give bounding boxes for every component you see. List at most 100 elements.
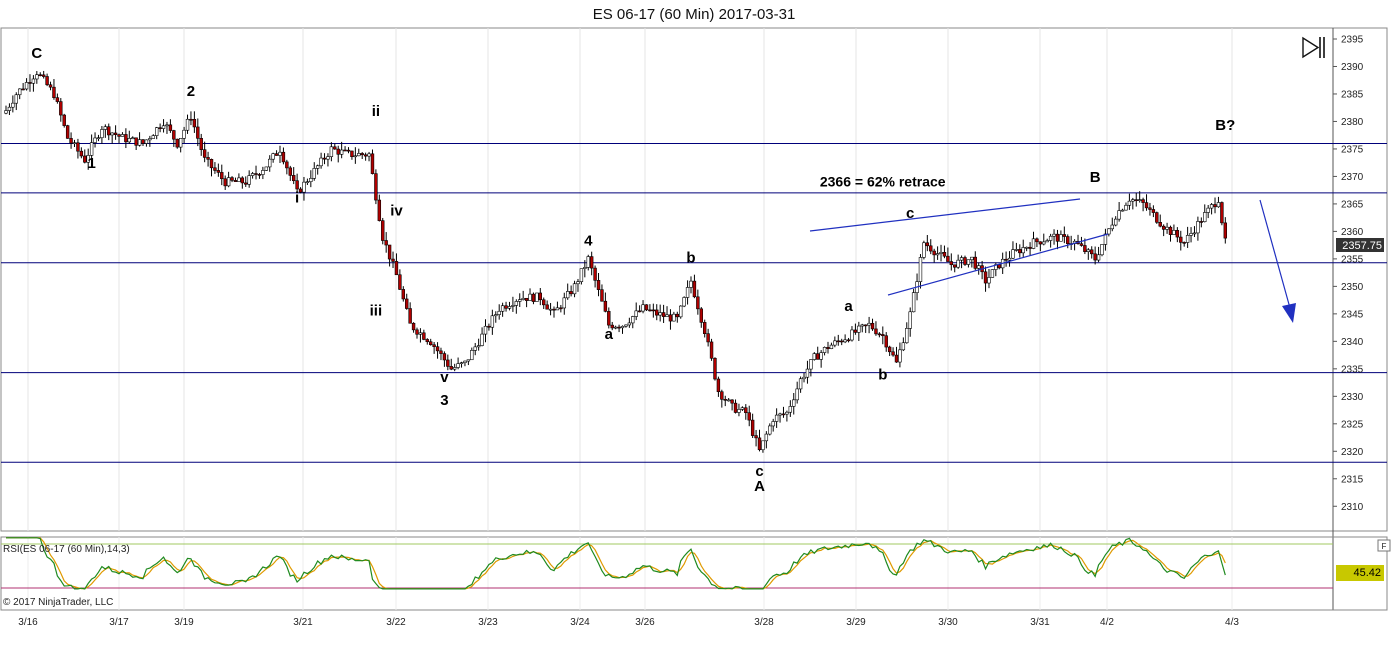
candle-body [631, 316, 635, 324]
candle-body [1168, 226, 1173, 235]
candle-body [117, 134, 121, 137]
candle-body [281, 151, 286, 163]
wave-label: b [686, 250, 695, 267]
wave-label: 1 [87, 155, 95, 172]
candle-body [942, 252, 947, 257]
candle-body [685, 287, 690, 298]
candle-body [237, 177, 241, 182]
candle-body [113, 132, 118, 135]
candle-body [1004, 258, 1008, 261]
y-tick-label: 2360 [1341, 227, 1364, 238]
candle-body [401, 289, 405, 300]
candle-body [387, 244, 392, 260]
candle-body [1179, 236, 1183, 243]
wave-label: b [878, 366, 887, 383]
candle-body [230, 177, 234, 181]
candle-body [853, 329, 858, 333]
candle-body [524, 297, 529, 301]
candle-body [326, 156, 330, 160]
candles [4, 70, 1228, 453]
candle-body [305, 181, 310, 183]
candle-body [1175, 230, 1180, 238]
candle-body [651, 309, 656, 312]
candle-body [189, 118, 193, 121]
candle-body [792, 399, 796, 407]
y-tick-label: 2390 [1341, 62, 1364, 73]
candle-body [165, 124, 169, 127]
candle-body [52, 86, 56, 98]
candle-body [76, 142, 80, 152]
candle-body [322, 157, 327, 160]
candle-body [363, 154, 368, 157]
candle-body [196, 126, 200, 139]
candle-body [185, 118, 190, 131]
candle-body [206, 157, 210, 160]
wave-label: A [754, 478, 765, 495]
candle-body [1066, 236, 1070, 244]
down-arrow-shaft [1259, 199, 1291, 309]
candle-body [240, 177, 245, 184]
x-tick-label: 3/22 [386, 617, 406, 628]
candle-body [675, 313, 680, 318]
candle-body [339, 149, 344, 155]
candle-body [976, 265, 981, 269]
candle-body [4, 110, 8, 114]
candle-body [1055, 233, 1060, 242]
candle-body [1216, 202, 1221, 208]
candle-body [1155, 212, 1159, 223]
wave-label: iii [370, 303, 383, 320]
candle-body [79, 150, 84, 157]
candle-body [860, 324, 864, 327]
candle-body [720, 391, 724, 400]
wave-label: iv [390, 202, 403, 219]
candle-body [620, 325, 625, 329]
candle-body [1038, 241, 1043, 245]
candle-body [131, 137, 135, 140]
candle-body [990, 269, 995, 278]
x-tick-label: 3/16 [18, 617, 38, 628]
candle-body [538, 292, 543, 301]
x-tick-label: 3/29 [846, 617, 866, 628]
candle-body [747, 412, 751, 421]
candle-body [891, 351, 895, 356]
candle-body [398, 274, 402, 290]
y-tick-label: 2315 [1341, 474, 1364, 485]
candle-body [757, 437, 762, 451]
candle-body [706, 333, 710, 343]
candle-body [28, 82, 32, 84]
watermark: © 2017 NinjaTrader, LLC [3, 597, 113, 608]
x-tick-label: 3/31 [1030, 617, 1050, 628]
candle-body [1018, 249, 1022, 254]
candle-body [494, 314, 498, 317]
candle-body [617, 326, 621, 329]
candle-body [826, 347, 830, 349]
y-tick-label: 2395 [1341, 34, 1364, 45]
y-axis-ticks: 2310 2315 2320 2325 2330 2335 2340 2345 2350 2355… [1333, 34, 1364, 513]
candle-body [562, 297, 566, 309]
candle-body [805, 368, 810, 378]
last-price-text: 2357.75 [1342, 240, 1382, 252]
candle-body [922, 242, 926, 258]
panel-collapse-icon[interactable]: F [1377, 539, 1391, 552]
candle-body [155, 127, 159, 136]
candle-body [405, 298, 409, 309]
candle-body [809, 359, 813, 370]
candle-body [1048, 235, 1053, 241]
y-tick-label: 2335 [1341, 364, 1364, 375]
rsi-label: RSI(ES 06-17 (60 Min),14,3) [3, 544, 130, 555]
candle-body [785, 411, 789, 415]
candle-body [935, 253, 940, 256]
candle-body [1223, 222, 1228, 239]
candle-body [1151, 209, 1156, 213]
candle-body [411, 322, 416, 331]
candle-body [816, 353, 820, 360]
candle-body [1158, 221, 1162, 227]
candle-body [1185, 235, 1190, 243]
candle-body [65, 125, 70, 139]
x-tick-label: 3/17 [109, 617, 129, 628]
skip-to-end-icon[interactable] [1302, 36, 1325, 59]
chart-annotations: 2366 = 62% retrace [820, 173, 946, 189]
candle-body [726, 399, 731, 402]
candle-body [774, 414, 779, 422]
candle-body [528, 293, 532, 301]
